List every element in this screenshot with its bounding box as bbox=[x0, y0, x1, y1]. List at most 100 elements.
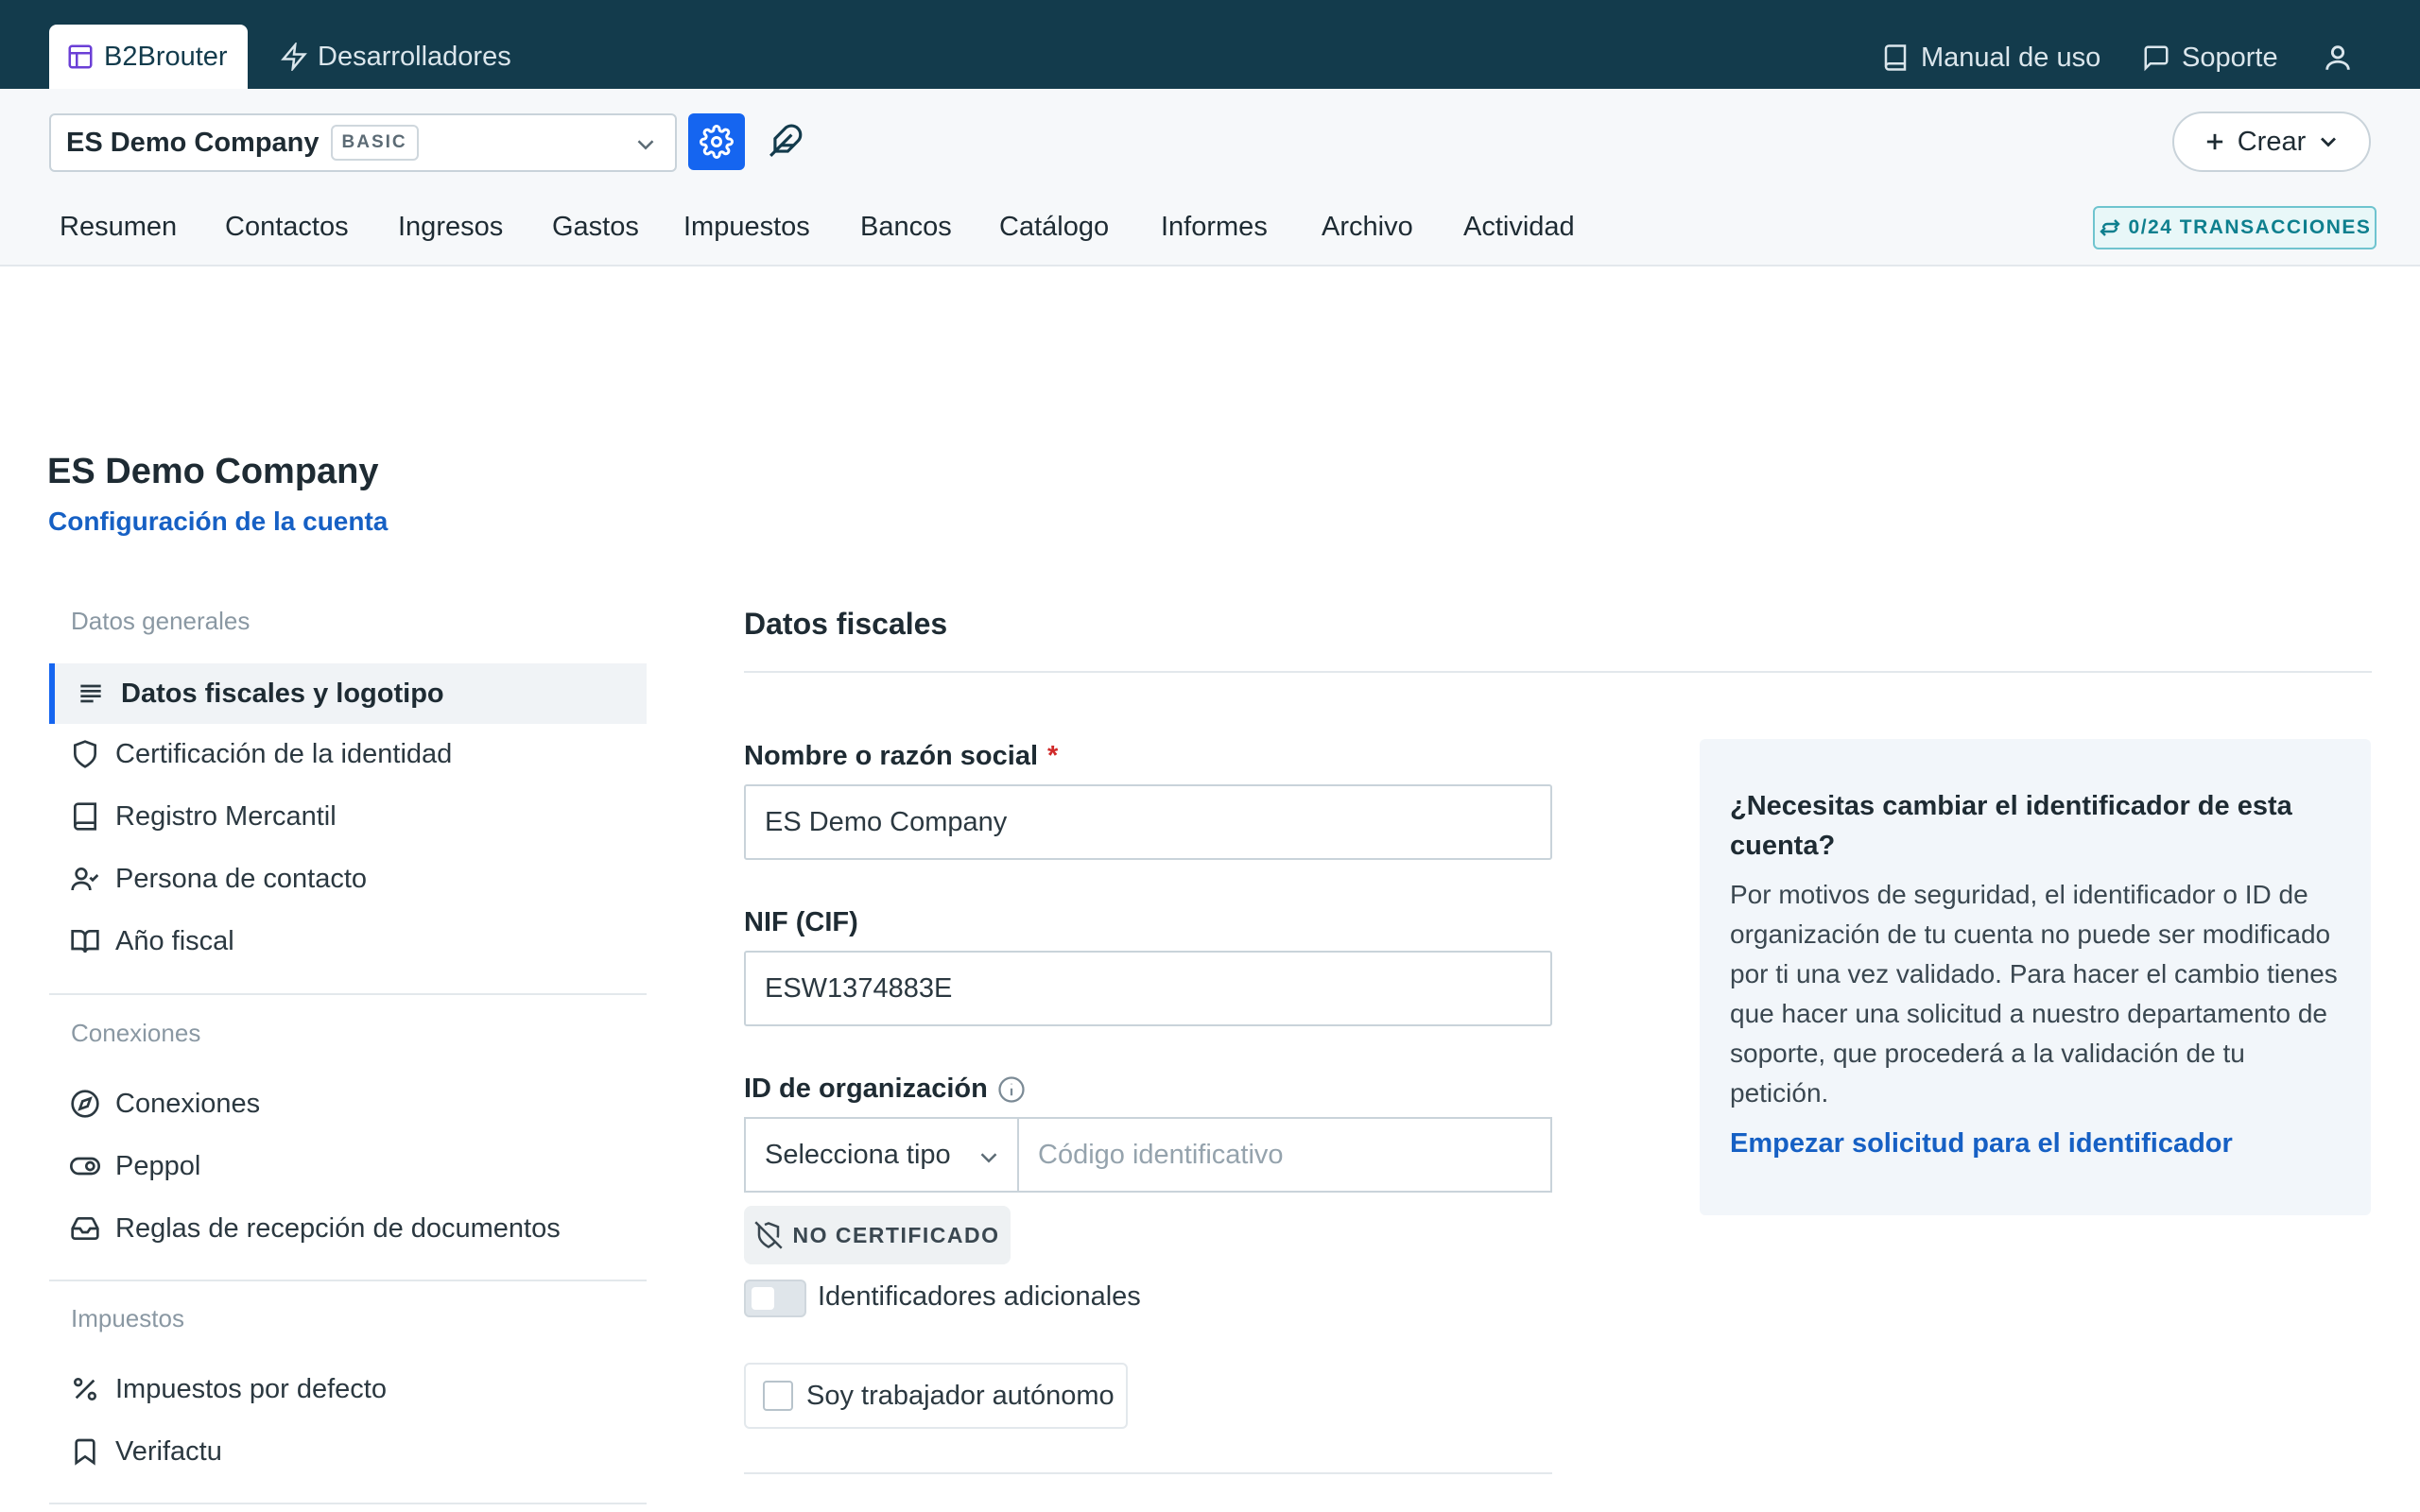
create-button[interactable]: Crear bbox=[2172, 112, 2371, 172]
company-name: ES Demo Company bbox=[66, 127, 320, 158]
sidebar-item-datos-fiscales[interactable]: Datos fiscales y logotipo bbox=[49, 663, 647, 724]
section-divider bbox=[744, 671, 2372, 673]
support-link[interactable]: Soporte bbox=[2142, 34, 2278, 81]
identifier-info-box: ¿Necesitas cambiar el identificador de e… bbox=[1700, 739, 2371, 1215]
start-identifier-request-link[interactable]: Empezar solicitud para el identificador bbox=[1730, 1128, 2233, 1160]
nif-field-label: NIF (CIF) bbox=[744, 907, 858, 938]
manual-label: Manual de uso bbox=[1921, 42, 2101, 73]
chevron-down-icon bbox=[980, 1153, 997, 1163]
book-open-icon bbox=[71, 930, 99, 954]
feather-icon bbox=[769, 124, 803, 157]
sidebar-item-label: Peppol bbox=[115, 1150, 201, 1181]
toggle-knob bbox=[752, 1287, 774, 1310]
transactions-badge[interactable]: 0/24 TRANSACCIONES bbox=[2093, 206, 2377, 249]
nav-ingresos[interactable]: Ingresos bbox=[398, 212, 503, 243]
page-title: ES Demo Company bbox=[47, 452, 379, 491]
nav-actividad[interactable]: Actividad bbox=[1463, 212, 1575, 243]
page-subtitle[interactable]: Configuración de la cuenta bbox=[48, 507, 388, 537]
user-menu-button[interactable] bbox=[2322, 34, 2354, 81]
sidebar-item-label: Año fiscal bbox=[115, 925, 234, 956]
required-asterisk: * bbox=[1047, 741, 1059, 771]
sidebar-heading-general: Datos generales bbox=[71, 607, 251, 635]
user-check-icon bbox=[71, 868, 99, 891]
nav-gastos[interactable]: Gastos bbox=[552, 212, 639, 243]
info-icon[interactable] bbox=[997, 1075, 1026, 1104]
sidebar-item-label: Persona de contacto bbox=[115, 863, 368, 894]
org-id-label-text: ID de organización bbox=[744, 1074, 988, 1104]
nav-catalogo[interactable]: Catálogo bbox=[999, 212, 1109, 243]
nif-label-text: NIF (CIF) bbox=[744, 907, 858, 937]
inbox-icon bbox=[71, 1217, 99, 1240]
settings-button[interactable] bbox=[688, 113, 745, 170]
compass-icon bbox=[71, 1090, 99, 1118]
nav-bancos[interactable]: Bancos bbox=[860, 212, 952, 243]
org-type-select[interactable]: Selecciona tipo bbox=[744, 1117, 1018, 1193]
company-selector[interactable]: ES Demo Company BASIC bbox=[49, 113, 677, 172]
align-left-icon bbox=[80, 684, 101, 703]
nav-resumen[interactable]: Resumen bbox=[60, 212, 177, 243]
self-employed-option[interactable]: Soy trabajador autónomo bbox=[744, 1363, 1128, 1429]
shield-icon bbox=[74, 740, 96, 768]
nif-input[interactable] bbox=[744, 951, 1552, 1026]
manual-link[interactable]: Manual de uso bbox=[1881, 34, 2100, 81]
support-label: Soporte bbox=[2182, 42, 2278, 73]
sidebar-item-label: Datos fiscales y logotipo bbox=[121, 678, 444, 709]
sidebar-item-impuestos-defecto[interactable]: Impuestos por defecto bbox=[49, 1359, 647, 1419]
create-button-label: Crear bbox=[2237, 126, 2307, 157]
sidebar-item-label: Certificación de la identidad bbox=[115, 738, 453, 769]
sidebar-item-peppol[interactable]: Peppol bbox=[49, 1136, 647, 1196]
feather-button[interactable] bbox=[762, 117, 809, 164]
zap-icon bbox=[281, 43, 307, 71]
sidebar-item-label: Reglas de recepción de documentos bbox=[115, 1212, 561, 1244]
sidebar-heading-conexiones: Conexiones bbox=[71, 1019, 201, 1047]
sidebar-divider bbox=[49, 1280, 647, 1281]
sidebar-item-conexiones[interactable]: Conexiones bbox=[49, 1074, 647, 1134]
info-box-body: Por motivos de seguridad, el identificad… bbox=[1730, 880, 2338, 1108]
repeat-icon bbox=[2099, 219, 2120, 236]
name-field-label: Nombre o razón social * bbox=[744, 741, 1058, 772]
company-name-input[interactable] bbox=[744, 784, 1552, 860]
book-icon bbox=[1884, 44, 1907, 71]
nav-informes[interactable]: Informes bbox=[1161, 212, 1268, 243]
company-bar: ES Demo Company BASIC Crear Resumen Cont… bbox=[0, 89, 2420, 266]
plan-badge: BASIC bbox=[330, 125, 419, 161]
form-divider bbox=[744, 1472, 1552, 1474]
tab-b2brouter[interactable]: B2Brouter bbox=[49, 25, 248, 89]
sidebar-divider bbox=[49, 1503, 647, 1504]
sidebar-divider bbox=[49, 993, 647, 995]
tab-desarrolladores[interactable]: Desarrolladores bbox=[280, 25, 511, 89]
org-code-input[interactable] bbox=[1017, 1117, 1552, 1193]
chevron-down-icon bbox=[637, 140, 654, 150]
additional-ids-label: Identificadores adicionales bbox=[818, 1281, 1141, 1312]
sidebar-item-label: Registro Mercantil bbox=[115, 800, 337, 832]
chevron-down-icon bbox=[2321, 137, 2337, 147]
sidebar-item-label: Impuestos por defecto bbox=[115, 1373, 387, 1404]
bookmark-icon bbox=[75, 1438, 95, 1466]
sidebar-item-registro-mercantil[interactable]: Registro Mercantil bbox=[49, 786, 647, 847]
transactions-label: 0/24 TRANSACCIONES bbox=[2128, 216, 2372, 238]
sidebar-item-verifactu[interactable]: Verifactu bbox=[49, 1421, 647, 1482]
sidebar-item-persona-contacto[interactable]: Persona de contacto bbox=[49, 849, 647, 909]
section-title: Datos fiscales bbox=[744, 607, 948, 641]
nav-archivo[interactable]: Archivo bbox=[1322, 212, 1413, 243]
nav-contactos[interactable]: Contactos bbox=[225, 212, 349, 243]
additional-ids-toggle[interactable] bbox=[744, 1280, 806, 1317]
gear-icon bbox=[700, 125, 734, 159]
layout-icon bbox=[68, 44, 93, 69]
sidebar-item-ano-fiscal[interactable]: Año fiscal bbox=[49, 911, 647, 971]
book-icon bbox=[74, 802, 96, 831]
sidebar-item-certificacion[interactable]: Certificación de la identidad bbox=[49, 724, 647, 784]
sidebar-item-reglas-recepcion[interactable]: Reglas de recepción de documentos bbox=[49, 1198, 647, 1259]
message-square-icon bbox=[2144, 45, 2169, 72]
plus-icon bbox=[2206, 133, 2222, 150]
cert-badge-label: NO CERTIFICADO bbox=[792, 1222, 1000, 1247]
sidebar-item-label: Conexiones bbox=[115, 1088, 261, 1119]
org-id-field-label: ID de organización bbox=[744, 1074, 1026, 1105]
top-bar: B2Brouter Desarrolladores Manual de uso … bbox=[0, 0, 2420, 89]
certification-status-badge: NO CERTIFICADO bbox=[744, 1206, 1011, 1264]
org-type-value: Selecciona tipo bbox=[765, 1139, 951, 1170]
nav-impuestos[interactable]: Impuestos bbox=[683, 212, 810, 243]
name-label-text: Nombre o razón social bbox=[744, 741, 1039, 771]
tab-desarrolladores-label: Desarrolladores bbox=[318, 41, 511, 72]
self-employed-checkbox[interactable] bbox=[763, 1381, 793, 1411]
